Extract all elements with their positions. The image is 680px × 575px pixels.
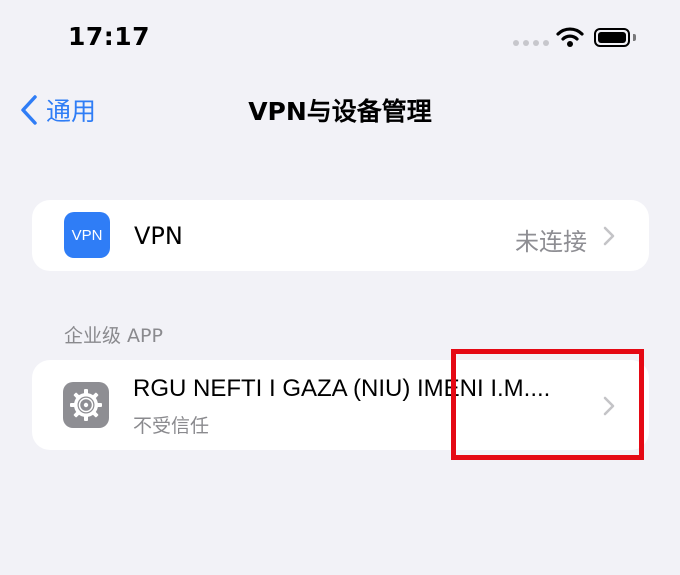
battery-icon (594, 28, 630, 47)
wifi-icon (556, 27, 584, 47)
section-header-enterprise-app: 企业级 APP (64, 325, 163, 347)
page-title: VPN与设备管理 (248, 97, 432, 126)
status-bar: 17:17 (0, 0, 680, 78)
chevron-right-icon (603, 226, 615, 246)
cellular-signal-icon (513, 40, 549, 46)
navigation-bar: 通用 VPN与设备管理 (0, 78, 680, 138)
battery-tip (633, 34, 636, 41)
vpn-row[interactable]: VPN VPN 未连接 (32, 200, 649, 271)
highlight-annotation-box (451, 349, 644, 460)
gear-icon (70, 389, 102, 421)
app-trust-status: 不受信任 (133, 415, 210, 437)
settings-app-icon (63, 382, 109, 428)
vpn-icon: VPN (64, 212, 110, 258)
status-time: 17:17 (68, 22, 151, 51)
vpn-status: 未连接 (515, 228, 587, 256)
vpn-label: VPN (134, 222, 183, 250)
